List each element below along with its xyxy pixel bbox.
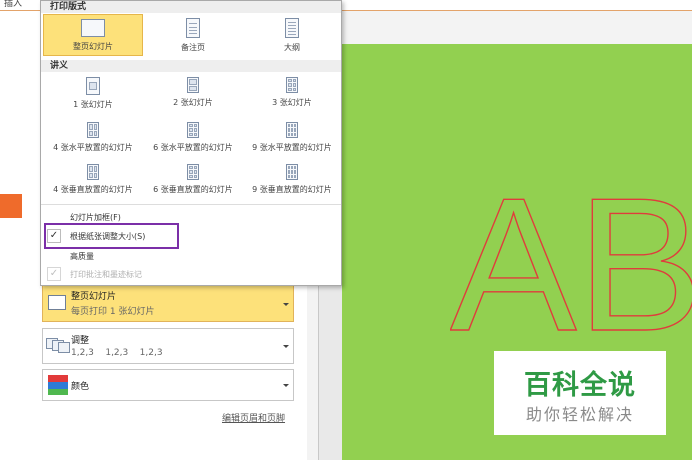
option-label: 1 张幻灯片 <box>73 100 113 109</box>
option-6-vertical[interactable]: 6 张垂直放置的幻灯片 <box>143 164 243 202</box>
option-9-horizontal[interactable]: 9 张水平放置的幻灯片 <box>243 122 341 160</box>
collation-dropdown[interactable]: 调整 1,2,3 1,2,3 1,2,3 <box>42 328 294 364</box>
option-label: 大纲 <box>284 43 300 52</box>
option-3-slides[interactable]: 3 张幻灯片 <box>243 77 341 115</box>
option-9-vertical[interactable]: 9 张垂直放置的幻灯片 <box>243 164 341 202</box>
watermark: 百科全说 助你轻松解决 <box>494 351 666 435</box>
frame-slides-option[interactable]: 幻灯片加框(F) <box>70 212 121 223</box>
option-label: 9 张水平放置的幻灯片 <box>252 143 332 152</box>
outline-icon <box>285 18 299 38</box>
option-label: 备注页 <box>181 43 205 52</box>
active-nav-arrow-icon <box>0 194 32 218</box>
collation-dropdown-title: 调整 <box>71 336 90 346</box>
nine-horizontal-icon <box>286 122 298 138</box>
slide-text-svg: AB <box>449 158 692 371</box>
option-label: 6 张垂直放置的幻灯片 <box>153 185 233 194</box>
chevron-down-icon <box>283 303 289 306</box>
two-slides-icon <box>187 77 199 93</box>
edit-header-footer-link[interactable]: 编辑页眉和页脚 <box>222 411 285 424</box>
slide-outline-letters: AB <box>450 174 692 344</box>
slide-preview: AB 百科全说 助你轻松解决 <box>342 44 692 460</box>
color-dropdown[interactable]: 颜色 <box>42 369 294 401</box>
option-label: 9 张垂直放置的幻灯片 <box>252 185 332 194</box>
handouts-header: 讲义 <box>41 60 341 72</box>
popup-separator <box>41 204 341 205</box>
option-full-page-slides[interactable]: 整页幻灯片 <box>43 14 143 56</box>
four-vertical-icon <box>87 164 99 180</box>
print-layout-popup: 打印版式 整页幻灯片 备注页 大纲 讲义 1 张幻灯片 2 张幻灯片 3 张幻灯… <box>40 0 342 286</box>
option-label: 4 张垂直放置的幻灯片 <box>53 185 133 194</box>
option-4-horizontal[interactable]: 4 张水平放置的幻灯片 <box>43 122 143 160</box>
six-vertical-icon <box>187 164 199 180</box>
full-page-slide-icon <box>81 19 105 37</box>
option-label: 3 张幻灯片 <box>272 98 312 107</box>
color-dropdown-title: 颜色 <box>71 382 90 392</box>
option-notes-page[interactable]: 备注页 <box>143 14 243 56</box>
notes-page-icon <box>186 18 200 38</box>
option-1-slide[interactable]: 1 张幻灯片 <box>43 77 143 115</box>
watermark-subtitle: 助你轻松解决 <box>525 405 634 424</box>
checkmark-icon: ✓ <box>47 267 61 281</box>
option-outline[interactable]: 大纲 <box>243 14 341 56</box>
collate-pages-icon <box>46 338 70 353</box>
layout-dropdown-title: 整页幻灯片 <box>71 292 117 302</box>
collation-dropdown-subtitle: 1,2,3 1,2,3 1,2,3 <box>71 348 163 358</box>
layout-dropdown[interactable]: 整页幻灯片 每页打印 1 张幻灯片 <box>42 284 294 322</box>
chevron-down-icon <box>283 384 289 387</box>
option-label: 2 张幻灯片 <box>173 98 213 107</box>
option-4-vertical[interactable]: 4 张垂直放置的幻灯片 <box>43 164 143 202</box>
four-horizontal-icon <box>87 122 99 138</box>
option-label: 4 张水平放置的幻灯片 <box>53 143 133 152</box>
color-icon <box>48 375 68 395</box>
print-comments-option: 打印批注和墨迹标记 <box>70 270 142 279</box>
high-quality-option[interactable]: 高质量 <box>70 251 94 262</box>
option-6-horizontal[interactable]: 6 张水平放置的幻灯片 <box>143 122 243 160</box>
full-page-slide-icon <box>48 295 66 310</box>
layout-dropdown-subtitle: 每页打印 1 张幻灯片 <box>71 307 155 317</box>
slide-outline-text: AB <box>449 158 692 371</box>
three-slides-icon <box>286 77 298 93</box>
watermark-title: 百科全说 <box>524 370 636 401</box>
option-2-slides[interactable]: 2 张幻灯片 <box>143 77 243 115</box>
six-horizontal-icon <box>187 122 199 138</box>
option-label: 6 张水平放置的幻灯片 <box>153 143 233 152</box>
insert-tab[interactable]: 插入 <box>4 0 22 9</box>
nine-vertical-icon <box>286 164 298 180</box>
one-slide-icon <box>86 77 100 95</box>
chevron-down-icon <box>283 345 289 348</box>
highlight-annotation-box <box>44 223 179 249</box>
backstage-nav <box>0 11 22 460</box>
option-label: 整页幻灯片 <box>73 42 113 51</box>
print-layout-header: 打印版式 <box>41 1 341 13</box>
